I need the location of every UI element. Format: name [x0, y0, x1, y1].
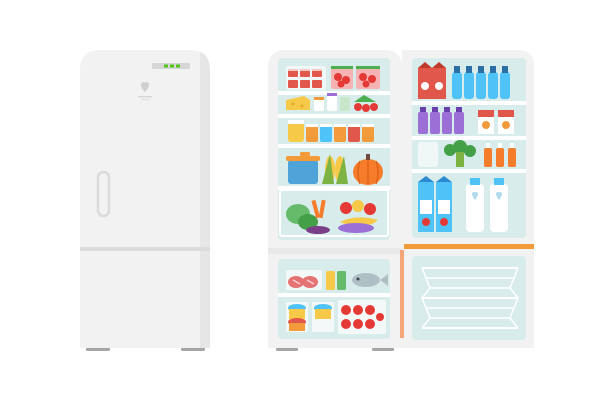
open-fridge-door — [400, 50, 534, 348]
freezer-gap — [268, 248, 402, 254]
closed-fridge — [80, 50, 210, 351]
closed-fridge-body — [80, 50, 210, 348]
door-divider-orange — [404, 244, 534, 249]
body-shading — [200, 52, 210, 348]
door-shelf — [412, 169, 526, 173]
door-divider — [80, 247, 210, 251]
steaks — [286, 270, 322, 290]
shelf — [278, 114, 390, 118]
cooking-pot — [286, 152, 320, 184]
scene — [0, 0, 612, 408]
open-fridge-cabinet — [268, 50, 402, 351]
shelf — [278, 144, 390, 148]
freezer-shelf — [278, 293, 390, 297]
lollipops — [338, 300, 386, 334]
door-shelf — [412, 101, 526, 105]
door-hinge-edge — [400, 250, 404, 338]
dessert-cups — [286, 66, 326, 90]
door-shelf — [412, 136, 526, 140]
green-segment-display — [152, 63, 190, 69]
